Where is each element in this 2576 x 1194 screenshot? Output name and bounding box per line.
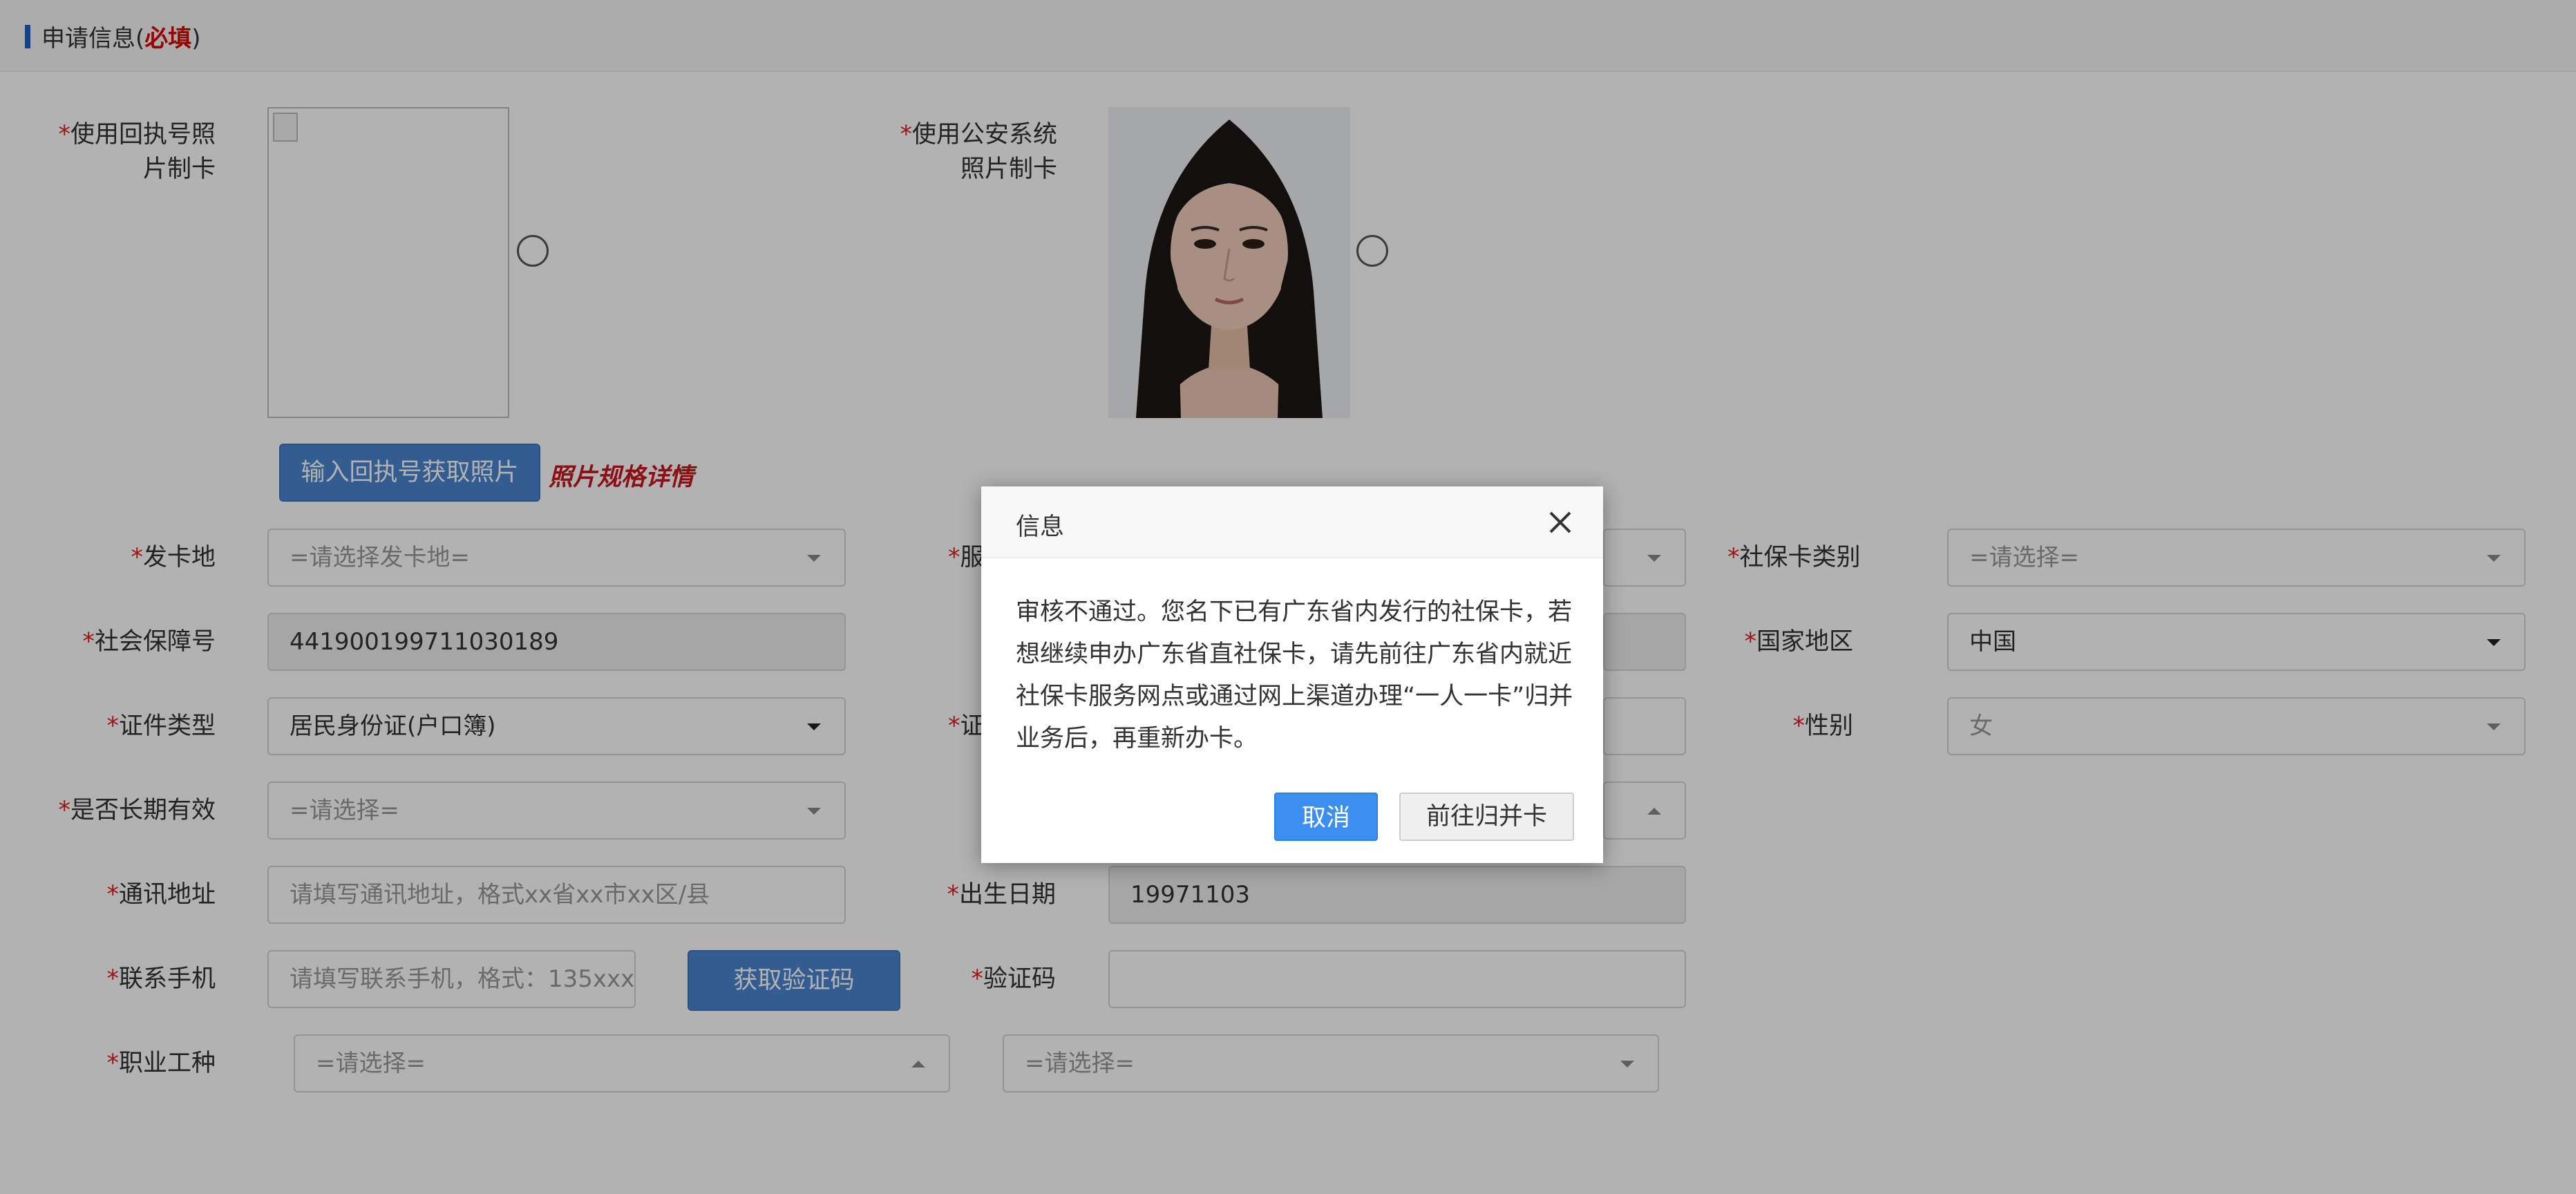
dialog-header: 信息 bbox=[981, 486, 1603, 558]
dialog-title: 信息 bbox=[1016, 513, 1065, 541]
dialog-message: 审核不通过。您名下已有广东省内发行的社保卡，若想继续申办广东省直社保卡，请先前往… bbox=[1016, 598, 1573, 752]
close-icon[interactable] bbox=[1545, 507, 1575, 538]
merge-card-button[interactable]: 前往归并卡 bbox=[1399, 793, 1574, 841]
cancel-button[interactable]: 取消 bbox=[1274, 793, 1378, 841]
info-dialog: 信息 审核不通过。您名下已有广东省内发行的社保卡，若想继续申办广东省直社保卡，请… bbox=[981, 486, 1603, 863]
